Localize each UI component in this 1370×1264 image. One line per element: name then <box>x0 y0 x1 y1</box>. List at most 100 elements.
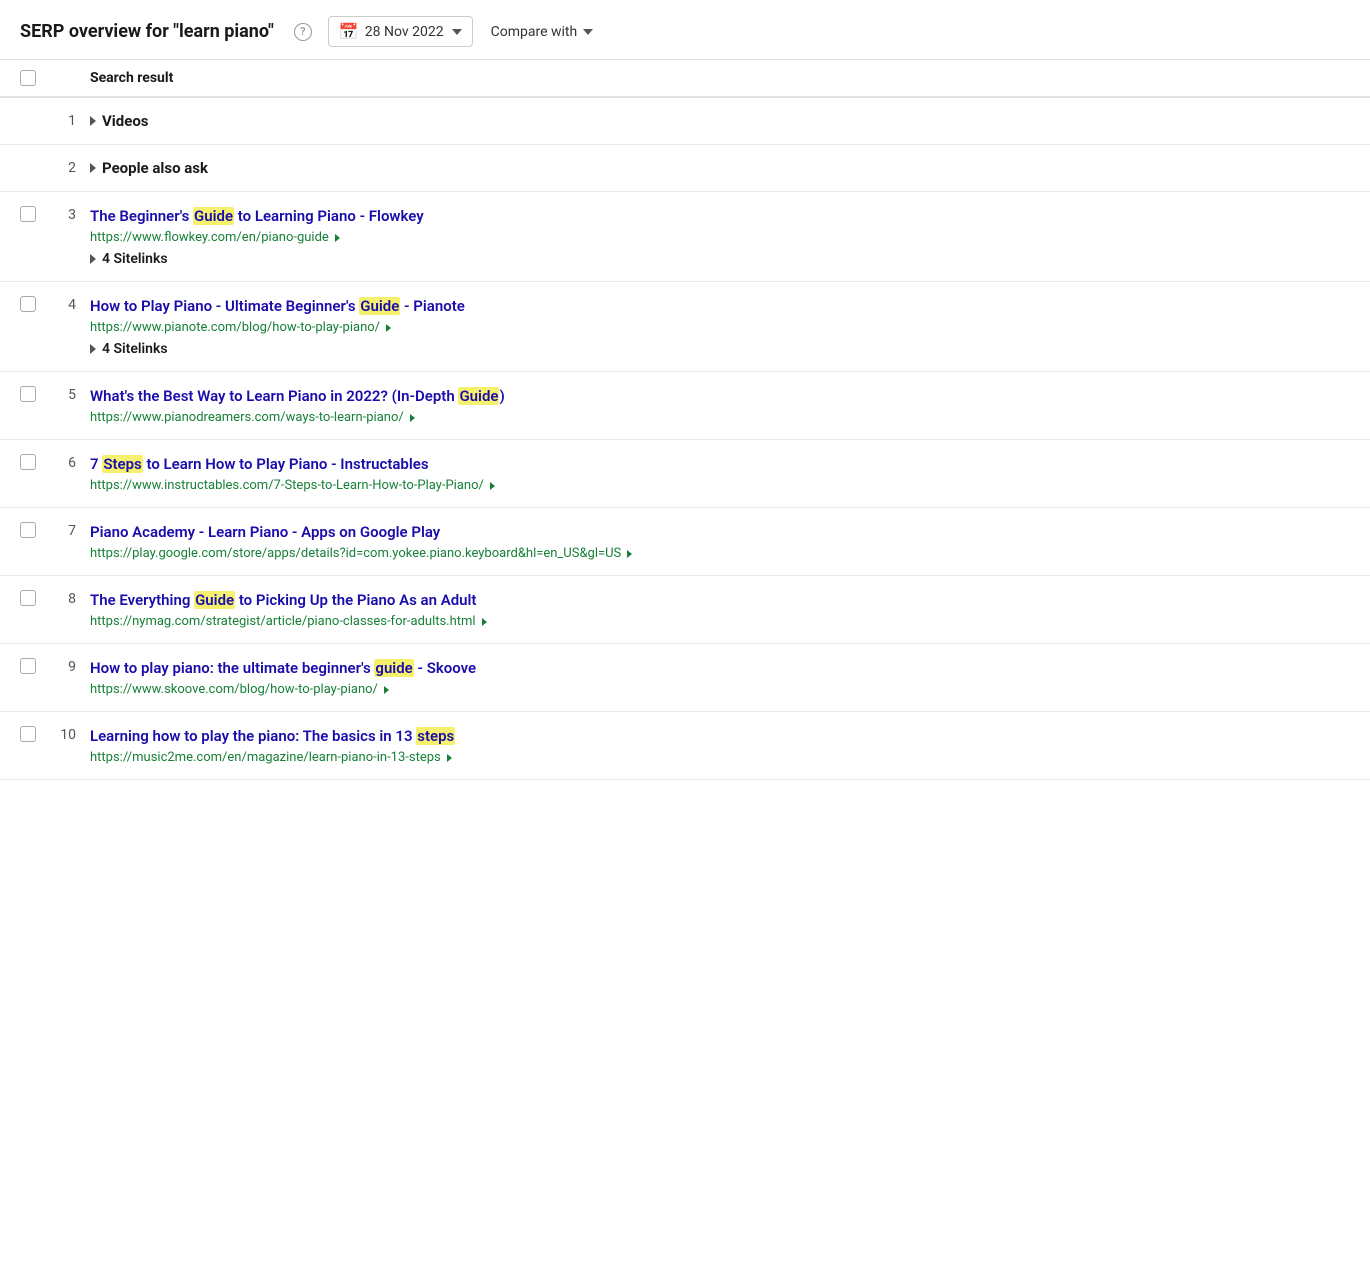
row-number: 10 <box>50 726 90 743</box>
result-title[interactable]: Piano Academy - Learn Piano - Apps on Go… <box>90 522 1350 543</box>
checkbox-col <box>20 206 50 222</box>
sitelinks-expand-icon <box>90 344 96 354</box>
compare-button[interactable]: Compare with <box>489 19 596 45</box>
result-url[interactable]: https://www.instructables.com/7-Steps-to… <box>90 478 1350 493</box>
sitelinks-toggle[interactable]: 4 Sitelinks <box>90 341 1350 357</box>
result-url[interactable]: https://music2me.com/en/magazine/learn-p… <box>90 750 1350 765</box>
table-row: 2 People also ask <box>0 145 1370 192</box>
url-chevron-icon[interactable] <box>627 550 632 558</box>
row-checkbox[interactable] <box>20 726 36 742</box>
result-url[interactable]: https://www.pianote.com/blog/how-to-play… <box>90 320 1350 335</box>
highlight-term: Guide <box>359 297 400 315</box>
result-link[interactable]: How to Play Piano - Ultimate Beginner's … <box>90 297 465 315</box>
result-link[interactable]: Learning how to play the piano: The basi… <box>90 727 455 745</box>
row-content: How to play piano: the ultimate beginner… <box>90 658 1350 697</box>
url-chevron-icon[interactable] <box>384 686 389 694</box>
special-row-title[interactable]: People also ask <box>90 159 1350 177</box>
page-title: SERP overview for "learn piano" <box>20 21 274 42</box>
result-title[interactable]: How to Play Piano - Ultimate Beginner's … <box>90 296 1350 317</box>
result-title[interactable]: What's the Best Way to Learn Piano in 20… <box>90 386 1350 407</box>
row-content: How to Play Piano - Ultimate Beginner's … <box>90 296 1350 357</box>
table-row: 9How to play piano: the ultimate beginne… <box>0 644 1370 712</box>
page-header: SERP overview for "learn piano" ? 📅 28 N… <box>0 0 1370 60</box>
search-result-col-header: Search result <box>90 70 173 86</box>
table-row: 7Piano Academy - Learn Piano - Apps on G… <box>0 508 1370 576</box>
row-content: The Beginner's Guide to Learning Piano -… <box>90 206 1350 267</box>
row-checkbox[interactable] <box>20 522 36 538</box>
result-title[interactable]: Learning how to play the piano: The basi… <box>90 726 1350 747</box>
help-icon[interactable]: ? <box>294 23 312 41</box>
calendar-icon: 📅 <box>339 22 359 41</box>
row-number: 5 <box>50 386 90 403</box>
select-all-checkbox[interactable] <box>20 70 36 86</box>
result-url[interactable]: https://www.flowkey.com/en/piano-guide <box>90 230 1350 245</box>
date-label: 28 Nov 2022 <box>365 24 444 40</box>
row-checkbox[interactable] <box>20 658 36 674</box>
sitelinks-label: 4 Sitelinks <box>102 341 168 357</box>
result-url[interactable]: https://play.google.com/store/apps/detai… <box>90 546 1350 561</box>
row-checkbox[interactable] <box>20 206 36 222</box>
url-text: https://music2me.com/en/magazine/learn-p… <box>90 750 441 765</box>
sitelinks-label: 4 Sitelinks <box>102 251 168 267</box>
special-row-label: Videos <box>102 112 149 130</box>
date-chevron-icon <box>452 29 462 35</box>
checkbox-col <box>20 454 50 470</box>
checkbox-col <box>20 522 50 538</box>
url-chevron-icon[interactable] <box>335 234 340 242</box>
expand-icon[interactable] <box>90 116 96 126</box>
result-url[interactable]: https://nymag.com/strategist/article/pia… <box>90 614 1350 629</box>
row-checkbox[interactable] <box>20 296 36 312</box>
table-row: 3The Beginner's Guide to Learning Piano … <box>0 192 1370 282</box>
result-title[interactable]: 7 Steps to Learn How to Play Piano - Ins… <box>90 454 1350 475</box>
header-checkbox-col <box>20 70 50 86</box>
url-chevron-icon[interactable] <box>410 414 415 422</box>
checkbox-col <box>20 590 50 606</box>
url-text: https://www.pianote.com/blog/how-to-play… <box>90 320 380 335</box>
row-checkbox[interactable] <box>20 386 36 402</box>
table-row: 10Learning how to play the piano: The ba… <box>0 712 1370 780</box>
result-title[interactable]: The Everything Guide to Picking Up the P… <box>90 590 1350 611</box>
url-text: https://nymag.com/strategist/article/pia… <box>90 614 476 629</box>
result-title[interactable]: How to play piano: the ultimate beginner… <box>90 658 1350 679</box>
result-link[interactable]: How to play piano: the ultimate beginner… <box>90 659 476 677</box>
table-header: Search result <box>0 60 1370 98</box>
special-row-label: People also ask <box>102 159 208 177</box>
checkbox-col <box>20 386 50 402</box>
row-number: 9 <box>50 658 90 675</box>
url-chevron-icon[interactable] <box>482 618 487 626</box>
result-link[interactable]: What's the Best Way to Learn Piano in 20… <box>90 387 505 405</box>
table-row: 1Videos <box>0 98 1370 145</box>
url-text: https://www.flowkey.com/en/piano-guide <box>90 230 329 245</box>
highlight-term: Guide <box>193 207 234 225</box>
result-title[interactable]: The Beginner's Guide to Learning Piano -… <box>90 206 1350 227</box>
checkbox-col <box>20 726 50 742</box>
table-row: 5What's the Best Way to Learn Piano in 2… <box>0 372 1370 440</box>
highlight-term: Steps <box>102 455 142 473</box>
result-link[interactable]: 7 Steps to Learn How to Play Piano - Ins… <box>90 455 429 473</box>
row-number: 8 <box>50 590 90 607</box>
expand-icon[interactable] <box>90 163 96 173</box>
url-text: https://www.skoove.com/blog/how-to-play-… <box>90 682 378 697</box>
row-number: 2 <box>50 159 90 176</box>
url-chevron-icon[interactable] <box>386 324 391 332</box>
sitelinks-toggle[interactable]: 4 Sitelinks <box>90 251 1350 267</box>
date-picker[interactable]: 📅 28 Nov 2022 <box>328 16 473 47</box>
row-number: 6 <box>50 454 90 471</box>
row-checkbox[interactable] <box>20 590 36 606</box>
result-link[interactable]: Piano Academy - Learn Piano - Apps on Go… <box>90 523 440 541</box>
row-content: 7 Steps to Learn How to Play Piano - Ins… <box>90 454 1350 493</box>
url-chevron-icon[interactable] <box>490 482 495 490</box>
result-link[interactable]: The Beginner's Guide to Learning Piano -… <box>90 207 424 225</box>
highlight-term: steps <box>416 727 455 745</box>
sitelinks-expand-icon <box>90 254 96 264</box>
checkbox-col <box>20 296 50 312</box>
row-checkbox[interactable] <box>20 454 36 470</box>
result-link[interactable]: The Everything Guide to Picking Up the P… <box>90 591 476 609</box>
row-content: People also ask <box>90 159 1350 177</box>
result-url[interactable]: https://www.pianodreamers.com/ways-to-le… <box>90 410 1350 425</box>
result-url[interactable]: https://www.skoove.com/blog/how-to-play-… <box>90 682 1350 697</box>
compare-label: Compare with <box>491 24 578 40</box>
row-number: 3 <box>50 206 90 223</box>
url-chevron-icon[interactable] <box>447 754 452 762</box>
special-row-title[interactable]: Videos <box>90 112 1350 130</box>
